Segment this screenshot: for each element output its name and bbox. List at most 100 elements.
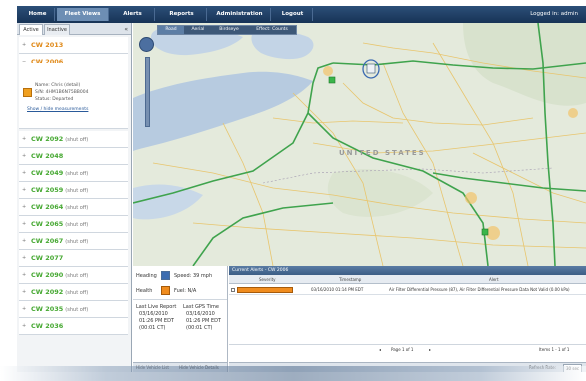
vehicle-detail-card: Name: Chris (detail) S/N: 4HM1B6N75BB004… (19, 63, 128, 129)
alerts-pager: ◂ Page 1 of 1 ▸ Items 1 - 1 of 1 (229, 344, 586, 353)
fuel-value: Fuel: N/A (174, 288, 197, 294)
expand-icon[interactable]: + (22, 289, 26, 295)
collapse-panel-icon[interactable]: « (124, 26, 128, 33)
vehicle-detail-name: Name: Chris (detail) (35, 83, 81, 88)
vehicle-row[interactable]: + CW 2092 (shut off) (19, 131, 128, 148)
last-gps-date: 03/16/2010 (186, 311, 215, 317)
vehicle-name: CW 2090 (shut off) (31, 271, 89, 279)
alert-text: Air Filter Differential Pressure (87), A… (389, 287, 570, 292)
vehicle-row[interactable]: + CW 2059 (shut off) (19, 182, 128, 199)
vehicle-row[interactable]: + CW 2065 (shut off) (19, 216, 128, 233)
logged-in-label: Logged in: admin (530, 11, 578, 17)
last-gps-age: (00:01 CT) (186, 325, 213, 331)
expand-icon[interactable]: + (22, 204, 26, 210)
last-live-report-age: (00:01 CT) (139, 325, 166, 331)
map-style-aerial-button[interactable]: Aerial (185, 26, 211, 34)
vehicle-detail-status: Status: Departed (35, 97, 74, 102)
col-alert[interactable]: Alert (489, 275, 499, 284)
expand-icon[interactable]: + (22, 238, 26, 244)
vehicle-name: CW 2064 (shut off) (31, 203, 89, 211)
expand-icon[interactable]: + (22, 153, 26, 159)
expand-icon[interactable]: + (22, 187, 26, 193)
vehicle-info-panel: Heading Speed: 39 mph Health Fuel: N/A L… (133, 266, 228, 372)
truck-icon (23, 88, 32, 97)
vehicle-marker[interactable] (481, 228, 489, 236)
heading-compass-icon (161, 271, 170, 280)
vehicle-row[interactable]: + CW 2048 (19, 148, 128, 165)
expand-icon[interactable]: + (22, 170, 26, 176)
alert-checkbox[interactable] (231, 288, 235, 292)
expand-icon[interactable]: + (22, 42, 26, 48)
last-gps-time: 01:26 PM EDT (186, 318, 221, 324)
app-window: Home Fleet Views Alerts Reports Administ… (17, 6, 586, 372)
top-nav: Home Fleet Views Alerts Reports Administ… (17, 6, 586, 23)
map-style-road-button[interactable]: Road (158, 26, 184, 34)
vehicle-row[interactable]: + CW 2077 (19, 250, 128, 267)
vehicle-name: CW 2049 (shut off) (31, 169, 89, 177)
vehicle-row[interactable]: + CW 2090 (shut off) (19, 267, 128, 284)
tab-active[interactable]: Active (19, 24, 43, 35)
map-canvas[interactable] (133, 23, 586, 266)
map-style-toolbar: Road Aerial Birdseye Effect: Counts (157, 25, 297, 35)
expand-icon[interactable]: + (22, 255, 26, 261)
expand-icon[interactable]: + (22, 272, 26, 278)
map-effect-button[interactable]: Effect: Counts (247, 26, 297, 34)
nav-tab-logout[interactable]: Logout (273, 8, 313, 21)
nav-tab-alerts[interactable]: Alerts (111, 8, 155, 21)
map-country-label: UNITED STATES (339, 149, 426, 157)
vehicle-name: CW 2059 (shut off) (31, 186, 89, 194)
vehicle-name: CW 2013 (31, 41, 64, 49)
col-severity[interactable]: Severity (259, 275, 276, 284)
vehicle-row[interactable]: + CW 2067 (shut off) (19, 233, 128, 250)
vehicle-name: CW 2077 (31, 254, 64, 262)
pager-next-icon[interactable]: ▸ (429, 345, 431, 354)
vehicle-row-selected[interactable]: − CW 2006 (19, 54, 128, 66)
vehicle-name: CW 2092 (shut off) (31, 135, 89, 143)
zoom-slider[interactable] (145, 57, 150, 127)
vehicle-name: CW 2092 (shut off) (31, 288, 89, 296)
nav-tab-reports[interactable]: Reports (157, 8, 207, 21)
map-view[interactable]: Road Aerial Birdseye Effect: Counts UNIT… (133, 23, 586, 266)
pager-count: Items 1 - 1 of 1 (539, 347, 570, 352)
vehicle-list-tabs: Active Inactive « (17, 23, 131, 35)
col-timestamp[interactable]: Timestamp (339, 275, 361, 284)
severity-bar (237, 287, 293, 293)
speed-value: Speed: 39 mph (174, 273, 213, 279)
show-hide-measurements-link[interactable]: Show / hide measurements (27, 107, 88, 112)
expand-icon[interactable]: + (22, 136, 26, 142)
nav-tab-administration[interactable]: Administration (209, 8, 271, 21)
vehicle-name: CW 2065 (shut off) (31, 220, 89, 228)
heading-label: Heading (136, 273, 157, 279)
vehicle-row[interactable]: + CW 2049 (shut off) (19, 165, 128, 182)
last-gps-title: Last GPS Time (183, 304, 219, 310)
expand-icon[interactable]: + (22, 221, 26, 227)
vehicle-detail-serial: S/N: 4HM1B6N75BB004 (35, 90, 89, 95)
pan-control-icon[interactable] (139, 37, 154, 52)
expand-icon[interactable]: + (22, 323, 26, 329)
vehicle-name: CW 2067 (shut off) (31, 237, 89, 245)
alerts-column-header: Severity Timestamp Alert (229, 275, 586, 284)
vehicle-list-panel: Active Inactive « + CW 2013 − CW 2006 Na… (17, 23, 132, 372)
vehicle-marker[interactable] (328, 76, 336, 84)
nav-tab-home[interactable]: Home (21, 8, 55, 21)
vehicle-row[interactable]: + CW 2013 (19, 37, 128, 54)
alerts-title: Current Alerts - CW 2006 (229, 266, 586, 275)
nav-tab-fleet-views[interactable]: Fleet Views (57, 8, 109, 21)
vehicle-name: CW 2036 (31, 322, 64, 330)
alerts-panel: Current Alerts - CW 2006 Severity Timest… (229, 266, 586, 372)
alert-row[interactable]: 03/16/2010 01:14 PM EDT Air Filter Diffe… (229, 285, 586, 295)
last-live-report-date: 03/16/2010 (139, 311, 168, 317)
vehicle-row[interactable]: + CW 2035 (shut off) (19, 301, 128, 318)
vehicle-row[interactable]: + CW 2036 (19, 318, 128, 335)
vehicle-name: CW 2048 (31, 152, 64, 160)
map-style-birdseye-button[interactable]: Birdseye (212, 26, 246, 34)
pager-prev-icon[interactable]: ◂ (379, 345, 381, 354)
alert-timestamp: 03/16/2010 01:14 PM EDT (311, 287, 364, 292)
expand-icon[interactable]: + (22, 306, 26, 312)
tab-inactive[interactable]: Inactive (44, 24, 70, 35)
vehicle-row[interactable]: + CW 2092 (shut off) (19, 284, 128, 301)
bottom-shadow (0, 366, 586, 381)
vehicle-row[interactable]: + CW 2064 (shut off) (19, 199, 128, 216)
pager-label: Page 1 of 1 (391, 347, 414, 352)
health-label: Health (136, 288, 153, 294)
